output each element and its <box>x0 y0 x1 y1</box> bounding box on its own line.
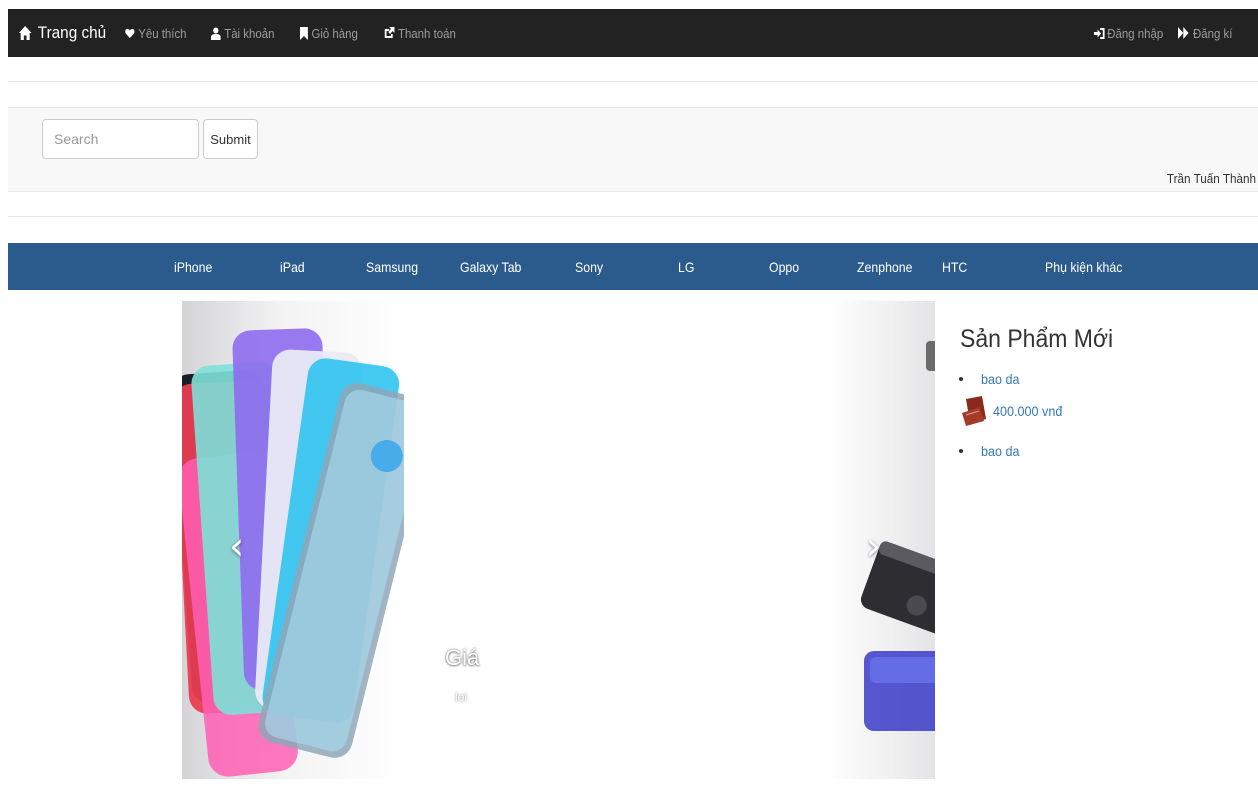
product-price[interactable]: 400.000 vnđ <box>993 403 1062 419</box>
list-item: bao da <box>959 371 1024 387</box>
user-name: Trần Tuấn Thành <box>1166 171 1256 186</box>
nav-account-label: Tài khoản <box>224 25 275 41</box>
category-htc[interactable]: HTC <box>942 243 967 290</box>
nav-cart-link[interactable]: Giỏ hàng <box>300 9 358 57</box>
product-card[interactable]: 400.000 vnđ <box>960 395 1070 427</box>
list-item: bao da <box>959 443 1024 459</box>
nav-home-link[interactable]: Trang chủ <box>18 9 106 57</box>
top-navbar: Trang chủ Yêu thích Tài khoản Giỏ hàng T… <box>8 9 1258 57</box>
heart-icon <box>125 28 135 39</box>
carousel-caption-text: loi <box>455 690 468 704</box>
divider <box>8 81 1258 82</box>
nav-favorites-link[interactable]: Yêu thích <box>125 9 187 57</box>
nav-favorites-label: Yêu thích <box>138 25 187 41</box>
register-label: Đăng kí <box>1192 25 1233 41</box>
share-icon <box>383 26 395 40</box>
category-iphone[interactable]: iPhone <box>174 243 212 290</box>
fast-forward-icon <box>1178 27 1189 39</box>
divider <box>8 216 1258 217</box>
product-link[interactable]: bao da <box>981 371 1020 387</box>
nav-checkout-link[interactable]: Thanh toán <box>383 9 456 57</box>
nav-cart-label: Giỏ hàng <box>311 25 358 41</box>
login-link[interactable]: Đăng nhập <box>1094 9 1163 57</box>
user-icon <box>211 27 221 40</box>
new-products-heading: Sản Phẩm Mới <box>960 325 1114 353</box>
submit-button[interactable]: Submit <box>203 119 258 159</box>
register-link[interactable]: Đăng kí <box>1178 9 1232 57</box>
search-bar: Submit Trần Tuấn Thành <box>8 107 1258 192</box>
search-input[interactable] <box>42 119 199 159</box>
product-link[interactable]: bao da <box>981 443 1020 459</box>
home-icon <box>18 25 32 41</box>
category-accessories[interactable]: Phụ kiện khác <box>1045 243 1122 290</box>
chevron-left-icon[interactable]: ‹ <box>229 524 244 568</box>
chevron-right-icon[interactable]: › <box>866 524 881 568</box>
nav-home-label: Trang chủ <box>37 23 107 42</box>
bookmark-icon <box>300 26 308 40</box>
nav-account-link[interactable]: Tài khoản <box>211 9 274 57</box>
category-bar: iPhone iPad Samsung Galaxy Tab Sony LG O… <box>8 243 1258 290</box>
log-in-icon <box>1094 27 1105 40</box>
category-galaxy-tab[interactable]: Galaxy Tab <box>460 243 521 290</box>
carousel-slide-image <box>182 301 404 779</box>
category-samsung[interactable]: Samsung <box>366 243 418 290</box>
category-sony[interactable]: Sony <box>575 243 603 290</box>
category-lg[interactable]: LG <box>678 243 694 290</box>
bullet-icon <box>959 377 963 381</box>
login-label: Đăng nhập <box>1107 25 1164 41</box>
product-thumbnail <box>960 395 988 427</box>
nav-checkout-label: Thanh toán <box>397 25 456 41</box>
category-oppo[interactable]: Oppo <box>769 243 799 290</box>
category-ipad[interactable]: iPad <box>280 243 305 290</box>
bullet-icon <box>959 449 963 453</box>
category-zenphone[interactable]: Zenphone <box>857 243 912 290</box>
carousel-caption-title: Giá <box>445 645 480 670</box>
